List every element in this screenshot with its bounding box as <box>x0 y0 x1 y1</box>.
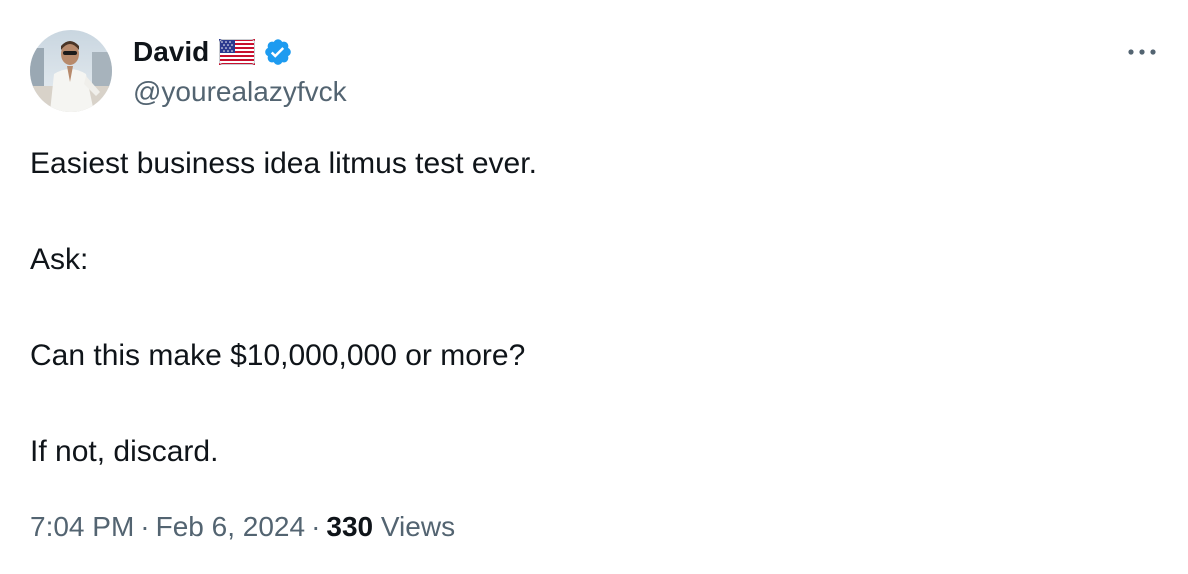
author-name-row: David <box>133 33 293 71</box>
tweet-line: Ask: <box>30 243 89 276</box>
tweet-line: Easiest business idea litmus test ever. <box>30 147 537 180</box>
tweet-meta: 7:04 PM · Feb 6, 2024 · 330 Views <box>30 511 455 543</box>
avatar[interactable] <box>30 30 112 112</box>
views-count: 330 <box>326 511 374 542</box>
tweet-date[interactable]: Feb 6, 2024 <box>156 511 305 542</box>
tweet-text: Easiest business idea litmus test ever. … <box>30 145 1150 471</box>
tweet-line: Can this make $10,000,000 or more? <box>30 339 526 372</box>
more-options-icon[interactable] <box>1122 40 1162 64</box>
tweet-line: If not, discard. <box>30 435 219 468</box>
author-display-name[interactable]: David <box>133 36 209 68</box>
tweet-card: David @yourealazyfvck Easiest business i… <box>0 0 1188 574</box>
meta-separator: · <box>311 511 321 542</box>
verified-badge-icon[interactable] <box>263 37 293 67</box>
author-handle[interactable]: @yourealazyfvck <box>133 76 347 108</box>
meta-separator: · <box>140 511 150 542</box>
us-flag-icon <box>219 39 256 65</box>
tweet-time[interactable]: 7:04 PM <box>30 511 134 542</box>
views-label: Views <box>380 511 456 542</box>
